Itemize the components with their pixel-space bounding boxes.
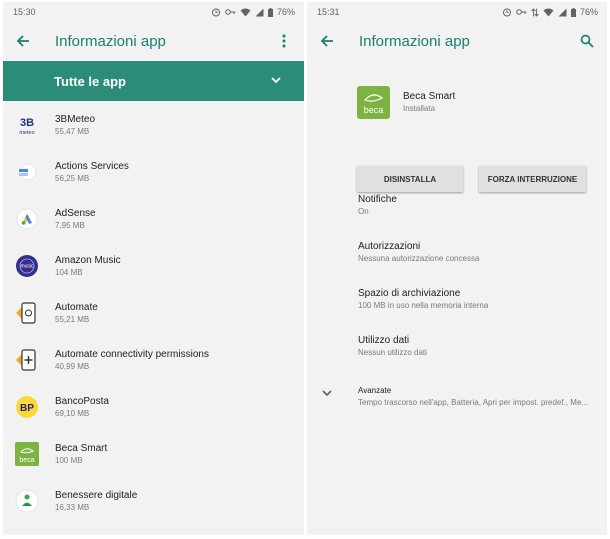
status-time: 15:31 <box>317 7 340 17</box>
app-size: 69,10 MB <box>55 408 90 418</box>
pref-summary: On <box>358 207 369 216</box>
actions-services-icon <box>15 160 39 184</box>
data-usage-preference[interactable]: Utilizzo dati Nessun utilizzo dati <box>358 334 427 358</box>
amazon-music-icon: music <box>15 254 39 278</box>
status-time: 15:30 <box>13 7 36 17</box>
list-item[interactable]: music Amazon Music 104 MB <box>3 242 304 289</box>
list-item[interactable]: Automate connectivity permissions 40,99 M… <box>3 336 304 383</box>
alarm-icon <box>211 8 220 17</box>
more-options-icon[interactable] <box>274 31 294 51</box>
wifi-icon <box>240 8 251 16</box>
app-name: Automate <box>55 301 98 313</box>
toolbar: Informazioni app <box>307 22 607 60</box>
app-size: 7,95 MB <box>55 220 85 230</box>
wifi-icon <box>543 8 554 16</box>
adsense-icon <box>15 207 39 231</box>
action-buttons: DISINSTALLA FORZA INTERRUZIONE <box>357 166 607 192</box>
svg-text:beca: beca <box>364 105 384 115</box>
install-status: Installata <box>403 104 436 113</box>
beca-smart-icon: beca <box>15 441 39 466</box>
signal-icon <box>558 8 567 16</box>
pref-summary: Tempo trascorso nell'app, Batteria, Apri… <box>358 398 589 407</box>
signal-icon <box>255 8 264 16</box>
bancoposta-icon: BP <box>15 395 39 419</box>
filter-label: Tutte le app <box>54 73 126 89</box>
list-item[interactable]: Automate 55,21 MB <box>3 289 304 336</box>
app-name: BancoPosta <box>55 395 109 407</box>
battery-icon <box>570 7 576 17</box>
status-icons: 76% <box>502 7 598 17</box>
back-arrow-icon[interactable] <box>13 31 33 51</box>
pref-summary: Nessun utilizzo dati <box>358 348 427 357</box>
pref-title: Avanzate <box>358 386 392 395</box>
app-size: 55,21 MB <box>55 314 90 324</box>
storage-preference[interactable]: Spazio di archiviazione 100 MB in uso ne… <box>358 287 488 311</box>
beca-smart-icon: beca <box>357 85 390 119</box>
pref-summary: 100 MB in uso nella memoria interna <box>358 301 489 310</box>
key-icon <box>516 9 527 15</box>
pref-title: Notifiche <box>358 194 397 205</box>
benessere-digitale-icon <box>15 489 39 513</box>
app-name: Beca Smart <box>403 91 456 102</box>
app-size: 55,47 MB <box>55 126 90 136</box>
page-title: Informazioni app <box>55 32 166 50</box>
svg-text:BP: BP <box>20 403 34 414</box>
status-bar: 15:31 76% <box>307 2 607 22</box>
pref-title: Spazio di archiviazione <box>358 288 461 299</box>
battery-level: 76% <box>579 7 598 17</box>
pref-title: Autorizzazioni <box>358 241 421 252</box>
status-icons: 76% <box>211 7 295 17</box>
app-name: Automate connectivity permissions <box>55 348 209 360</box>
list-item[interactable]: Actions Services 56,25 MB <box>3 148 304 195</box>
app-name: Beca Smart <box>55 442 108 454</box>
app-filter-dropdown[interactable]: Tutte le app <box>3 61 304 101</box>
data-transfer-icon <box>531 7 539 17</box>
force-stop-button[interactable]: FORZA INTERRUZIONE <box>479 166 586 192</box>
list-item[interactable]: BP BancoPosta 69,10 MB <box>3 383 304 430</box>
search-icon[interactable] <box>577 31 597 51</box>
app-name: Actions Services <box>55 160 129 172</box>
automate-connectivity-icon <box>15 348 39 372</box>
battery-level: 76% <box>276 7 295 17</box>
automate-icon <box>15 301 39 325</box>
svg-text:3B: 3B <box>20 117 34 129</box>
toolbar: Informazioni app <box>3 22 304 60</box>
app-list: 3B meteo 3BMeteo 55,47 MB Actions Services… <box>3 101 304 524</box>
app-size: 40,99 MB <box>55 361 90 371</box>
app-name: AdSense <box>55 207 96 219</box>
list-item[interactable]: AdSense 7,95 MB <box>3 195 304 242</box>
3bmeteo-icon: 3B meteo <box>15 113 39 137</box>
pref-summary: Nessuna autorizzazione concessa <box>358 254 480 263</box>
chevron-down-icon <box>271 77 281 84</box>
app-info-screen: 15:31 76% Informazioni app beca Beca Sma… <box>307 2 607 535</box>
page-title: Informazioni app <box>359 32 470 50</box>
key-icon <box>225 9 236 15</box>
app-name: Amazon Music <box>55 254 121 266</box>
battery-icon <box>267 7 273 17</box>
expand-more-icon[interactable] <box>321 387 333 399</box>
svg-text:meteo: meteo <box>19 130 34 136</box>
advanced-preference[interactable]: Avanzate Tempo trascorso nell'app, Batte… <box>358 384 588 408</box>
alarm-icon <box>502 8 511 17</box>
app-size: 56,25 MB <box>55 173 90 183</box>
status-bar: 15:30 76% <box>3 2 304 22</box>
notifications-preference[interactable]: Notifiche On <box>358 193 397 217</box>
list-item[interactable]: 3B meteo 3BMeteo 55,47 MB <box>3 101 304 148</box>
back-arrow-icon[interactable] <box>317 31 337 51</box>
pref-title: Utilizzo dati <box>358 335 410 346</box>
app-header: beca Beca Smart Installata <box>307 60 607 144</box>
svg-text:beca: beca <box>19 457 34 464</box>
permissions-preference[interactable]: Autorizzazioni Nessuna autorizzazione co… <box>358 240 479 264</box>
app-name: 3BMeteo <box>55 113 96 125</box>
app-size: 100 MB <box>55 455 83 465</box>
list-item[interactable]: beca Beca Smart 100 MB <box>3 430 304 477</box>
uninstall-button[interactable]: DISINSTALLA <box>357 166 463 192</box>
app-name: Benessere digitale <box>55 489 138 501</box>
app-size: 16,33 MB <box>55 502 90 512</box>
app-list-screen: 15:30 76% Informazioni app Tutte le app … <box>3 2 304 535</box>
app-size: 104 MB <box>55 267 83 277</box>
svg-text:music: music <box>20 263 34 269</box>
list-item[interactable]: Benessere digitale 16,33 MB <box>3 477 304 524</box>
